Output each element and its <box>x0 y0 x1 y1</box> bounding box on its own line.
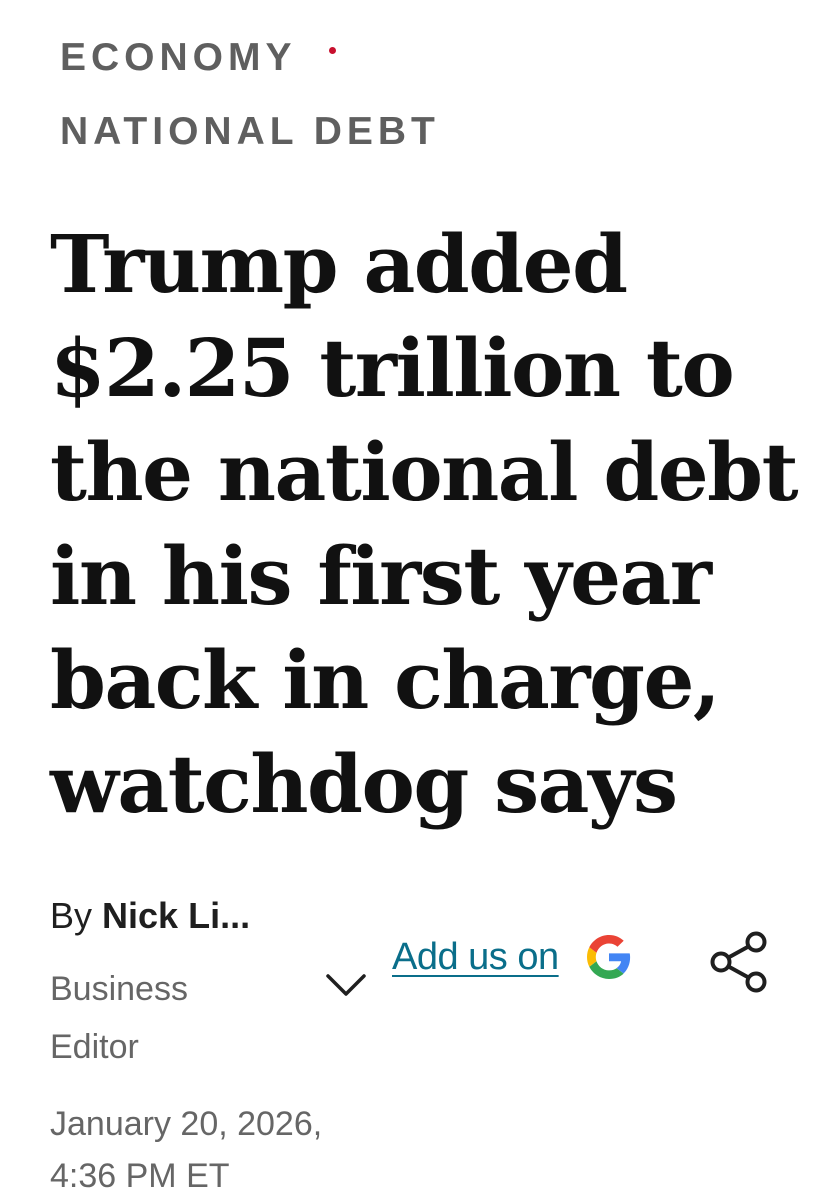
article-headline: Trump added $2.25 trillion to the nation… <box>50 212 810 836</box>
add-us-on-google-button[interactable]: Add us on <box>392 933 633 981</box>
publish-date: January 20, 2026, <box>50 1105 323 1143</box>
author-role-line: Business <box>50 970 188 1008</box>
publish-dateline: January 20, 2026, 4:36 PM ET <box>50 1098 322 1202</box>
category-separator-dot <box>328 46 336 54</box>
category-row-secondary: NATIONAL DEBT <box>60 104 440 158</box>
add-us-on-google-label[interactable]: Add us on <box>392 936 559 979</box>
headline-line: back in charge, <box>50 633 721 727</box>
share-button[interactable] <box>704 926 776 998</box>
category-link-national-debt[interactable]: NATIONAL DEBT <box>60 112 440 151</box>
chevron-down-icon <box>326 974 366 996</box>
author-name-link[interactable]: Nick Li... <box>102 895 250 936</box>
category-breadcrumb: ECONOMY NATIONAL DEBT <box>60 30 440 158</box>
author-role: Business Editor <box>50 960 250 1076</box>
headline-line: $2.25 trillion to <box>50 321 735 415</box>
headline-line: in his first year <box>50 529 712 623</box>
byline: By Nick Li... <box>50 898 250 934</box>
headline-line: watchdog says <box>50 737 678 831</box>
publish-time: 4:36 PM ET <box>50 1157 230 1195</box>
expand-authors-button[interactable] <box>322 966 370 1002</box>
headline-line: Trump added <box>50 217 628 311</box>
category-row-primary: ECONOMY <box>60 30 440 84</box>
category-link-economy[interactable]: ECONOMY <box>60 38 297 77</box>
byline-prefix: By <box>50 895 93 936</box>
author-role-line: Editor <box>50 1028 139 1066</box>
share-icon <box>710 931 767 993</box>
google-logo-icon <box>586 935 630 979</box>
headline-line: the national debt <box>50 425 799 519</box>
